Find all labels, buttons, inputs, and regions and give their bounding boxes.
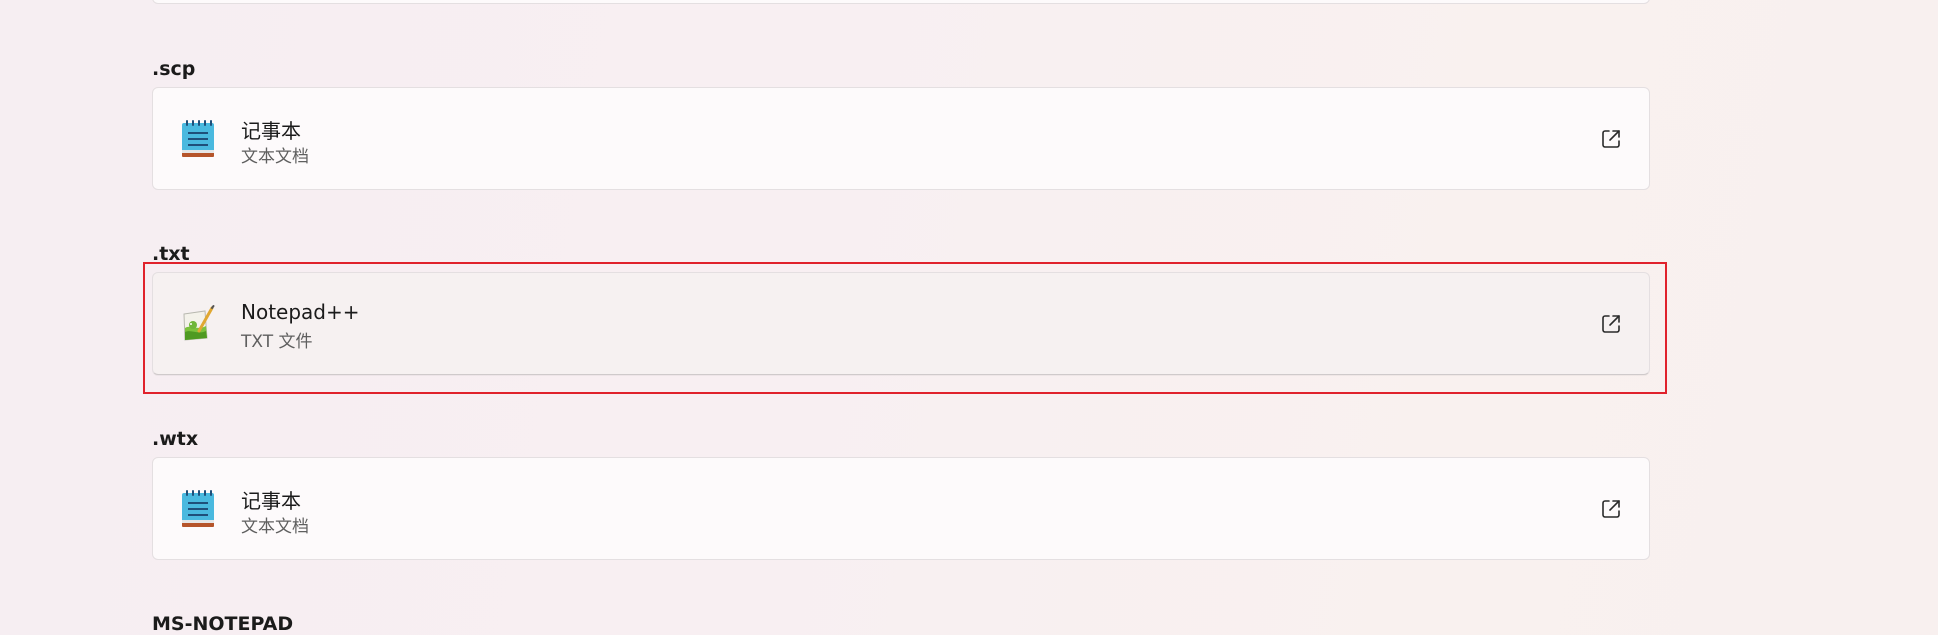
app-name: 记事本 [241,489,301,513]
extension-label-wtx: .wtx [152,428,199,450]
protocol-label-ms-notepad: MS-NOTEPAD [152,613,294,635]
open-external-icon[interactable] [1599,127,1623,151]
app-name: 记事本 [241,119,301,143]
previous-association-card[interactable] [152,0,1650,4]
extension-label-scp: .scp [152,58,196,80]
association-card-scp[interactable]: 记事本 文本文档 [152,87,1650,190]
notepad-plus-plus-icon [183,305,215,341]
open-external-icon[interactable] [1599,312,1623,336]
notepad-icon [182,120,214,157]
notepad-icon [182,490,214,527]
app-description: 文本文档 [241,147,309,167]
app-description: TXT 文件 [241,332,313,352]
association-card-wtx[interactable]: 记事本 文本文档 [152,457,1650,560]
association-card-txt[interactable]: Notepad++ TXT 文件 [152,272,1650,375]
app-description: 文本文档 [241,517,309,537]
open-external-icon[interactable] [1599,497,1623,521]
app-name: Notepad++ [241,300,360,324]
extension-label-txt: .txt [152,243,190,265]
